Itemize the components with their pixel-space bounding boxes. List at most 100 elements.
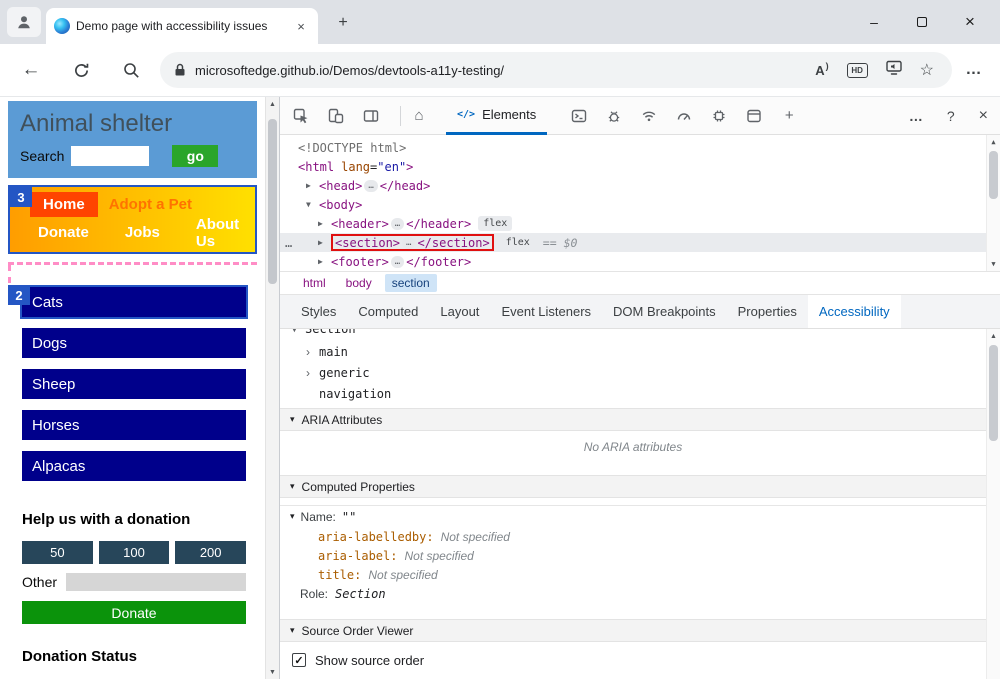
donate-button[interactable]: Donate: [22, 601, 246, 624]
site-search-input[interactable]: [71, 146, 150, 166]
nav-link-adopt[interactable]: Adopt a Pet: [109, 196, 192, 213]
scroll-up-icon[interactable]: ▲: [987, 135, 1000, 149]
device-emulation-button[interactable]: [328, 108, 344, 124]
other-label: Other: [22, 574, 58, 590]
back-button[interactable]: ←: [20, 59, 42, 81]
collapsed-content-icon[interactable]: …: [390, 217, 405, 230]
ax-node-main[interactable]: › main: [280, 341, 986, 362]
hd-icon[interactable]: HD: [846, 62, 868, 78]
dom-node-section-selected[interactable]: … ▶ <section>… </section> flex == $0: [280, 233, 986, 252]
tab-application[interactable]: [746, 108, 762, 124]
animal-button-sheep[interactable]: Sheep: [22, 369, 246, 399]
collapsed-content-icon[interactable]: …: [390, 255, 405, 268]
amount-button-100[interactable]: 100: [98, 541, 170, 564]
accessibility-scrollbar-thumb[interactable]: [989, 345, 998, 441]
aria-attributes-header[interactable]: ▾ ARIA Attributes: [280, 408, 986, 431]
tab-computed[interactable]: Computed: [347, 295, 429, 328]
dom-node-head[interactable]: ▶ <head>… </head>: [280, 176, 986, 195]
flex-badge[interactable]: flex: [500, 235, 535, 250]
settings-more-button[interactable]: …: [960, 61, 988, 79]
scroll-down-icon[interactable]: ▼: [266, 665, 279, 679]
accessibility-scrollbar[interactable]: ▲: [986, 329, 1000, 679]
tab-issues[interactable]: [606, 108, 622, 124]
devtools-close-button[interactable]: ×: [979, 107, 988, 125]
dom-node-body[interactable]: ▼ <body>: [280, 195, 986, 214]
favorites-star-icon[interactable]: ☆: [920, 60, 934, 80]
chevron-right-icon: ›: [306, 344, 310, 359]
animal-button-cats[interactable]: Cats: [20, 285, 248, 319]
welcome-home-tab[interactable]: ⌂: [411, 107, 427, 124]
url-text[interactable]: microsoftedge.github.io/Demos/devtools-a…: [195, 63, 815, 78]
browser-sound-icon[interactable]: [885, 60, 902, 80]
window-close-button[interactable]: ×: [946, 0, 994, 44]
refresh-button[interactable]: [70, 62, 92, 79]
page-scrollbar[interactable]: ▲ ▼: [265, 97, 279, 679]
node-menu-icon[interactable]: …: [285, 236, 293, 250]
collapsed-content-icon[interactable]: …: [402, 236, 416, 249]
dom-node-header[interactable]: ▶ <header>… </header> flex: [280, 214, 986, 233]
person-icon: [18, 16, 30, 29]
inspect-button[interactable]: [293, 108, 309, 124]
more-tabs-button[interactable]: +: [781, 107, 797, 124]
breadcrumb-body[interactable]: body: [339, 274, 379, 292]
dom-node-doctype[interactable]: <!DOCTYPE html>: [280, 138, 986, 157]
console-icon: [572, 109, 587, 122]
animal-button-horses[interactable]: Horses: [22, 410, 246, 440]
tab-styles[interactable]: Styles: [290, 295, 347, 328]
tab-properties[interactable]: Properties: [727, 295, 808, 328]
collapsed-content-icon[interactable]: …: [364, 179, 378, 192]
tab-close-icon[interactable]: ×: [292, 19, 310, 34]
tab-layout[interactable]: Layout: [429, 295, 490, 328]
address-bar[interactable]: microsoftedge.github.io/Demos/devtools-a…: [160, 52, 952, 88]
nav-link-donate[interactable]: Donate: [38, 224, 89, 241]
scroll-up-icon[interactable]: ▲: [266, 97, 279, 111]
nav-link-jobs[interactable]: Jobs: [125, 224, 160, 241]
tab-accessibility[interactable]: Accessibility: [807, 295, 901, 328]
breadcrumb-section[interactable]: section: [384, 274, 437, 292]
breadcrumb-html[interactable]: html: [296, 274, 333, 292]
window-minimize-button[interactable]: –: [850, 0, 898, 44]
ax-node-generic[interactable]: › generic: [280, 362, 986, 383]
dom-scrollbar-thumb[interactable]: [989, 151, 998, 199]
source-order-viewer-header[interactable]: ▾ Source Order Viewer: [280, 619, 986, 642]
browser-tab[interactable]: Demo page with accessibility issues ×: [46, 8, 318, 44]
computed-properties-header[interactable]: ▾ Computed Properties: [280, 475, 986, 498]
search-label: Search: [20, 148, 65, 164]
tab-memory[interactable]: [711, 108, 727, 124]
read-aloud-icon[interactable]: A): [815, 61, 828, 78]
show-source-order-checkbox[interactable]: ✓: [292, 653, 306, 667]
dock-side-button[interactable]: [363, 108, 379, 124]
dom-tree-scrollbar[interactable]: ▲ ▼: [986, 135, 1000, 271]
search-go-button[interactable]: go: [172, 145, 219, 167]
devtools-more-button[interactable]: …: [909, 108, 923, 124]
dollar-zero-hint: == $0: [542, 235, 578, 250]
ax-node-section[interactable]: ▼ Section: [292, 329, 356, 338]
animal-button-dogs[interactable]: Dogs: [22, 328, 246, 358]
amount-button-50[interactable]: 50: [22, 541, 93, 564]
dom-node-html[interactable]: <html lang = "en" >: [280, 157, 986, 176]
amount-button-200[interactable]: 200: [175, 541, 247, 564]
scroll-up-icon[interactable]: ▲: [987, 329, 1000, 343]
tab-console[interactable]: [571, 108, 587, 124]
tab-performance[interactable]: [676, 108, 692, 124]
tab-elements[interactable]: </> Elements: [446, 97, 548, 135]
page-scrollbar-thumb[interactable]: [268, 119, 277, 284]
profile-avatar[interactable]: [7, 7, 41, 37]
nav-link-about[interactable]: About Us: [196, 216, 255, 250]
animal-button-alpacas[interactable]: Alpacas: [22, 451, 246, 481]
dom-node-footer[interactable]: ▶ <footer>… </footer>: [280, 252, 986, 271]
nav-link-home[interactable]: Home: [30, 191, 98, 217]
devtools-toolbar: ⌂ </> Elements + … ? ×: [280, 97, 1000, 135]
other-amount-input[interactable]: [66, 573, 246, 591]
ax-node-navigation[interactable]: navigation: [280, 383, 986, 404]
new-tab-button[interactable]: +: [332, 12, 354, 34]
search-button[interactable]: [120, 62, 142, 79]
tab-event-listeners[interactable]: Event Listeners: [490, 295, 602, 328]
devtools-help-button[interactable]: ?: [947, 108, 955, 124]
computed-name-row[interactable]: ▾ Name: "": [280, 505, 986, 527]
flex-badge[interactable]: flex: [478, 216, 513, 231]
window-maximize-button[interactable]: [898, 0, 946, 44]
tab-network[interactable]: [641, 108, 657, 124]
scroll-down-icon[interactable]: ▼: [987, 257, 1000, 271]
tab-dom-breakpoints[interactable]: DOM Breakpoints: [602, 295, 727, 328]
